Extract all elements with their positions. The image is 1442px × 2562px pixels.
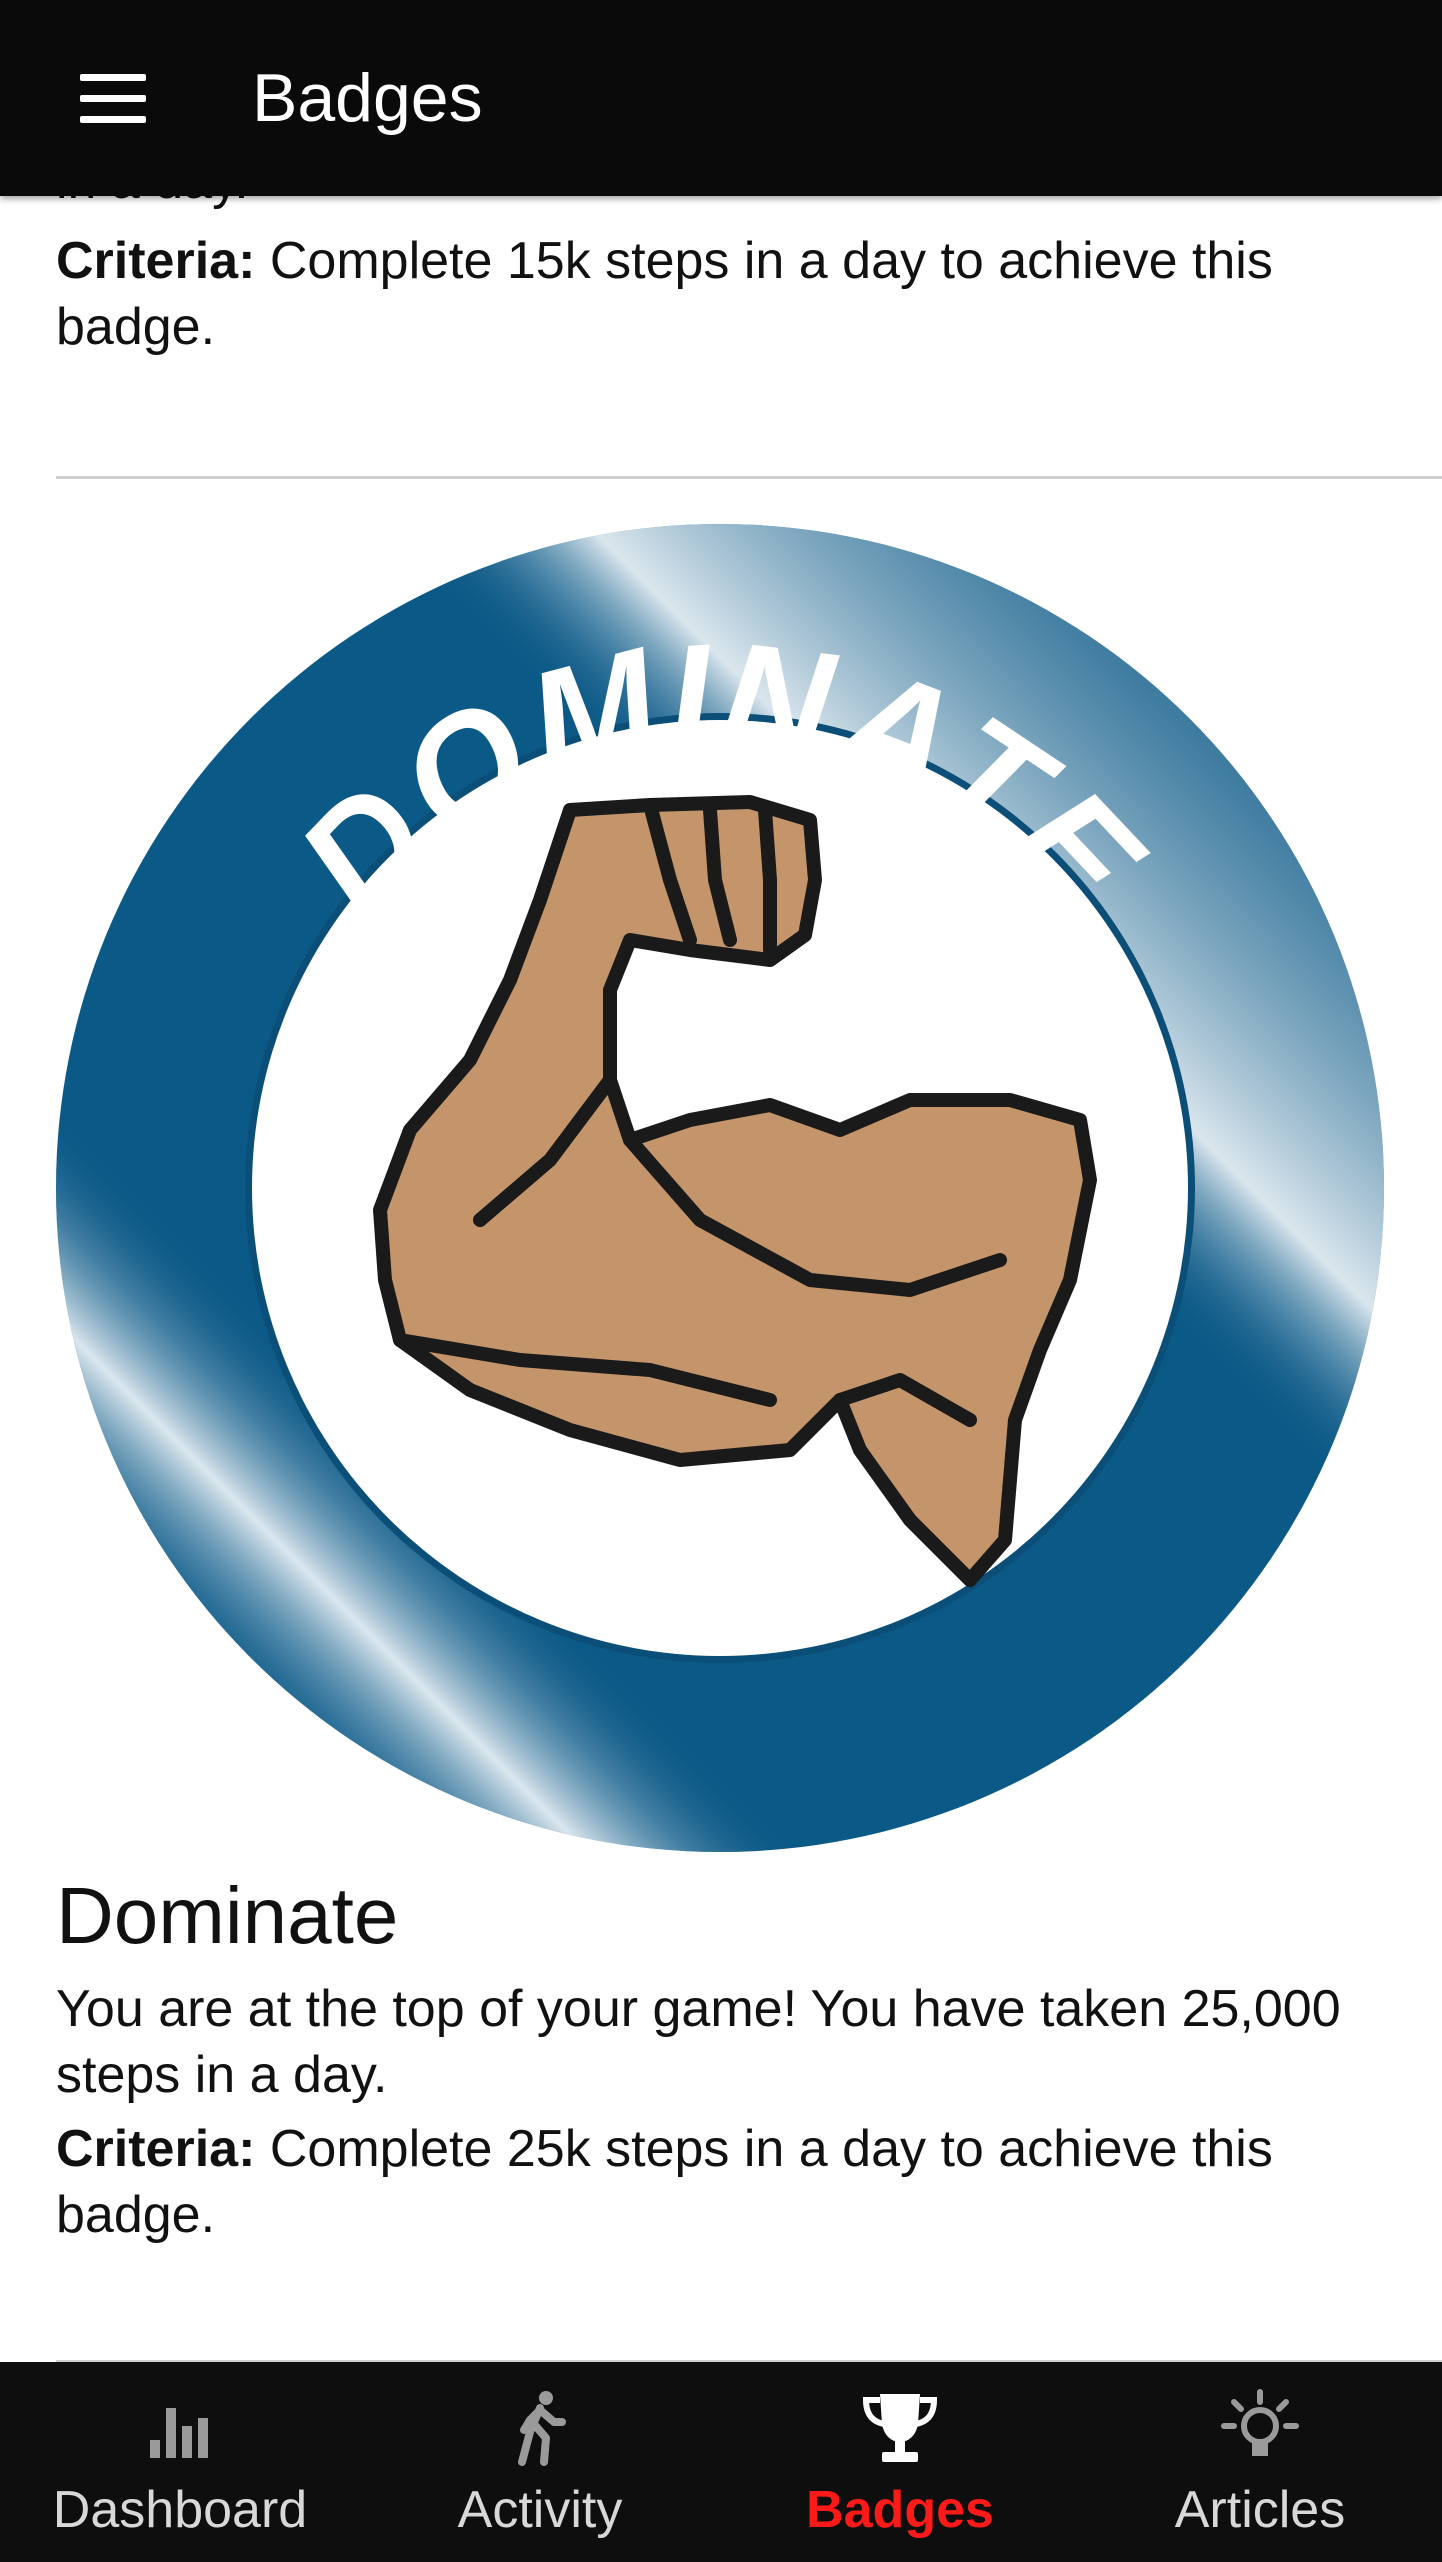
nav-label: Badges [806,2481,994,2539]
badge-list: in a day. Criteria: Complete 15k steps i… [0,0,1442,2362]
criteria-label: Criteria: [56,232,256,290]
nav-label: Dashboard [52,2481,308,2539]
criteria-label: Criteria: [56,2120,256,2178]
badge-title: Dominate [56,1871,399,1960]
app-bar: Badges [0,0,1442,196]
lightbulb-icon [1221,2389,1299,2456]
nav-label: Activity [457,2481,623,2539]
bar-chart-icon [150,2408,208,2458]
hamburger-menu-icon[interactable] [80,74,146,124]
divider [56,476,1442,479]
trophy-icon [862,2394,938,2462]
walking-person-icon [518,2391,566,2466]
nav-item-activity[interactable]: Activity [360,2362,720,2562]
previous-badge-criteria: Criteria: Complete 15k steps in a day to… [56,228,1396,360]
dominate-badge-image: DOMINATE [56,524,1384,1852]
badge-criteria: Criteria: Complete 25k steps in a day to… [56,2116,1396,2248]
page-title: Badges [252,60,483,136]
badge-description: You are at the top of your game! You hav… [56,1980,1341,2104]
nav-item-badges[interactable]: Badges [720,2362,1080,2562]
nav-item-dashboard[interactable]: Dashboard [0,2362,360,2562]
bottom-navigation: Dashboard Activity Badges Articles [0,2362,1442,2562]
nav-item-articles[interactable]: Articles [1080,2362,1440,2562]
nav-label: Articles [1174,2481,1346,2539]
